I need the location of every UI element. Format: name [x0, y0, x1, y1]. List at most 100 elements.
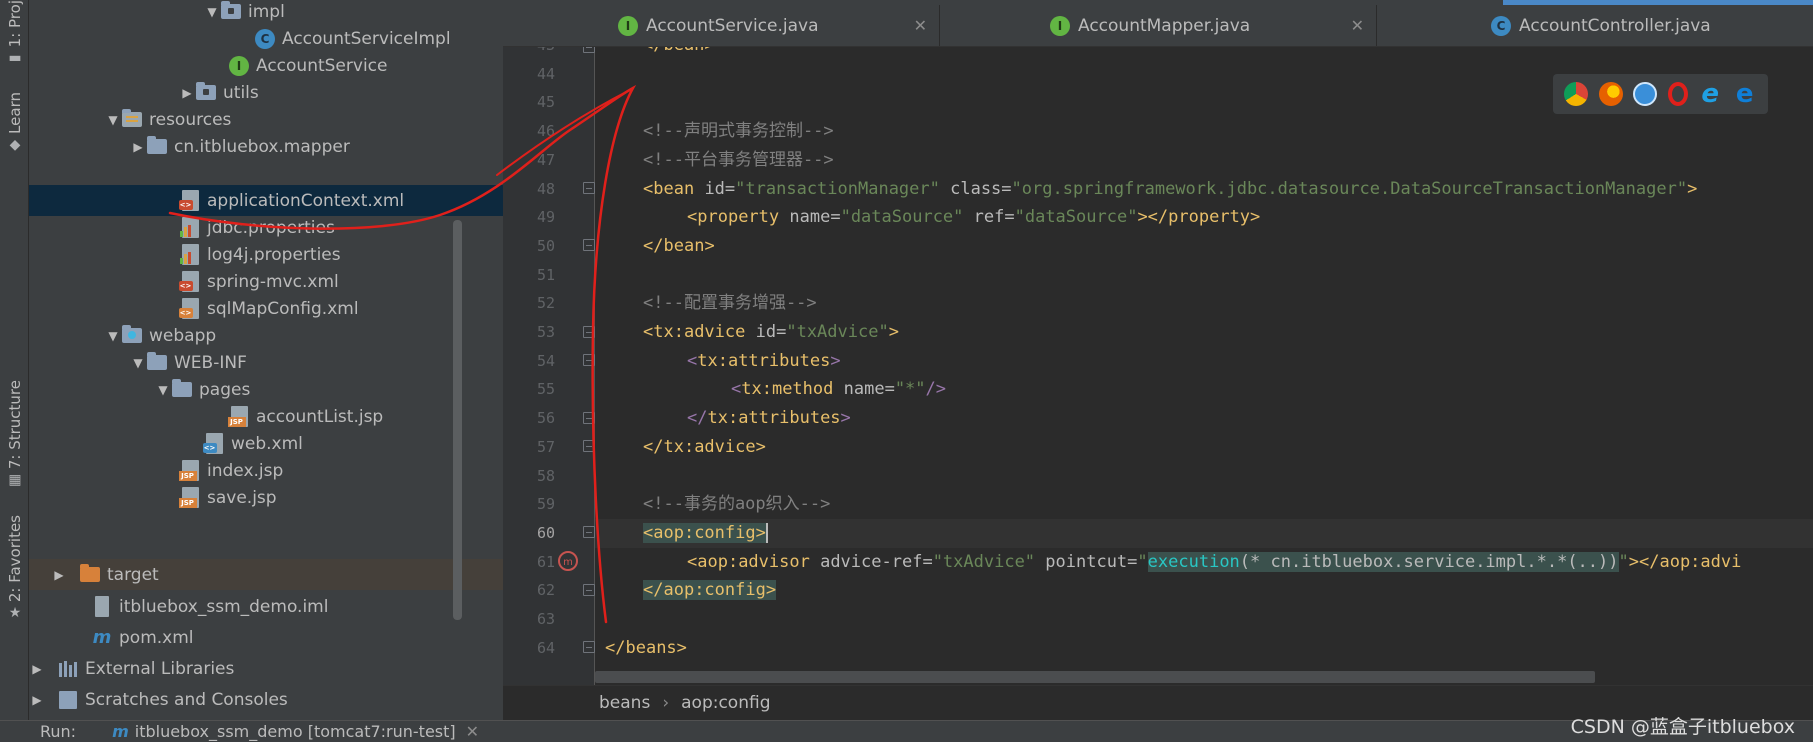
editor-horizontal-scrollbar[interactable] [595, 671, 1595, 683]
tree-item-label: webapp [149, 325, 217, 346]
tree-item-label: itbluebox_ssm_demo.iml [119, 596, 329, 617]
expanded-arrow-icon[interactable]: ▼ [105, 329, 121, 343]
browser-preview-toolbar: e e [1553, 74, 1768, 114]
line-number: 43 [503, 47, 555, 60]
line-number: 55 [536, 380, 555, 399]
collapsed-arrow-icon[interactable]: ▶ [130, 140, 146, 154]
tree-item-label: impl [248, 1, 285, 22]
tree-scrollbar[interactable] [453, 220, 462, 620]
line-number: 44 [536, 64, 555, 83]
run-config-tab[interactable]: itbluebox_ssm_demo [tomcat7:run-test] [135, 722, 456, 741]
tree-item-label: target [107, 564, 159, 585]
jsp-file-icon: JSP [178, 487, 201, 508]
line-number: 64 [536, 638, 555, 657]
breadcrumb-item-aop-config[interactable]: aop:config [681, 693, 770, 713]
package-folder-icon [220, 1, 242, 22]
fold-marker-icon[interactable] [583, 326, 595, 338]
learn-icon: ◆ [9, 136, 21, 153]
jsp-file-icon: JSP [227, 406, 250, 427]
tree-item-label: applicationContext.xml [207, 190, 405, 211]
breadcrumb-item-beans[interactable]: beans [599, 693, 650, 713]
fold-marker-icon[interactable] [583, 584, 595, 596]
expanded-arrow-icon[interactable]: ▼ [105, 113, 121, 127]
tree-item-save-jsp[interactable]: JSP save.jsp [29, 482, 503, 513]
fold-marker-icon[interactable] [583, 412, 595, 424]
code-line-53: <tx:advice id="txAdvice"> [643, 322, 899, 342]
code-editor[interactable]: 43 44 45 46 47 48 49 50 51 52 53 54 55 5… [503, 47, 1813, 685]
code-line-49: <property name="dataSource" ref="dataSou… [687, 207, 1261, 228]
tree-item-label: AccountServiceImpl [282, 28, 451, 49]
safari-icon[interactable] [1633, 82, 1658, 106]
collapsed-arrow-icon[interactable]: ▶ [179, 86, 195, 100]
fold-marker-icon[interactable] [583, 354, 595, 366]
code-line-43: </bean> [595, 47, 1813, 60]
collapsed-arrow-icon[interactable]: ▶ [29, 662, 45, 676]
project-tool-tab[interactable]: 1: Proj ▬ [2, 0, 28, 72]
run-tool-bar: Run: m itbluebox_ssm_demo [tomcat7:run-t… [0, 720, 1813, 742]
fold-marker-icon[interactable] [583, 526, 595, 538]
line-number: 61 [536, 552, 555, 571]
chrome-icon[interactable] [1564, 82, 1589, 106]
expanded-arrow-icon[interactable]: ▼ [204, 5, 220, 19]
fold-marker-icon[interactable] [583, 440, 595, 452]
breadcrumb-separator: › [662, 693, 670, 713]
folder-icon [171, 379, 193, 400]
tree-item-scratches[interactable]: ▶ Scratches and Consoles [29, 684, 503, 715]
code-line-64: </beans> [605, 637, 687, 658]
libraries-icon [57, 659, 79, 679]
firefox-icon[interactable] [1598, 82, 1623, 106]
close-icon[interactable]: ✕ [466, 722, 479, 741]
tree-item-label: sqlMapConfig.xml [207, 298, 359, 319]
tab-accountmapper[interactable]: I AccountMapper.java ✕ [940, 5, 1377, 46]
collapsed-arrow-icon[interactable]: ▶ [29, 693, 45, 707]
code-line-48: <bean id="transactionManager" class="org… [643, 178, 1698, 199]
maven-icon: m [112, 722, 129, 741]
structure-tool-tab[interactable]: 7: Structure ▦ [2, 380, 28, 490]
line-number: 52 [536, 294, 555, 313]
tree-item-iml[interactable]: itbluebox_ssm_demo.iml [29, 591, 503, 622]
learn-tool-tab[interactable]: Learn ◆ [2, 92, 28, 154]
learn-tab-label: Learn [6, 92, 24, 134]
opera-icon[interactable] [1667, 82, 1688, 106]
tree-item-label: accountList.jsp [256, 406, 384, 427]
tab-accountservice[interactable]: I AccountService.java ✕ [503, 5, 940, 46]
tree-item-label: pages [199, 379, 251, 400]
fold-marker-icon[interactable] [583, 182, 595, 194]
favorites-tool-tab[interactable]: 2: Favorites ★ [2, 515, 28, 625]
line-number: 46 [536, 122, 555, 141]
expanded-arrow-icon[interactable]: ▼ [130, 356, 146, 370]
editor-tab-bar: I AccountService.java ✕ I AccountMapper.… [503, 0, 1813, 47]
close-icon[interactable]: ✕ [914, 16, 927, 35]
spring-xml-file-icon: <> [178, 271, 201, 292]
fold-marker-icon[interactable] [583, 47, 595, 53]
line-number: 59 [536, 495, 555, 514]
internet-explorer-icon[interactable]: e [1698, 81, 1722, 107]
expanded-arrow-icon[interactable]: ▼ [155, 383, 171, 397]
line-number: 53 [536, 323, 555, 341]
close-icon[interactable]: ✕ [1351, 16, 1364, 35]
line-number: 58 [536, 466, 555, 485]
interface-icon: I [1050, 15, 1070, 36]
tree-item-target[interactable]: ▶ target [29, 559, 503, 590]
collapsed-arrow-icon[interactable]: ▶ [51, 568, 67, 582]
tree-item-mapper[interactable]: ▶ cn.itbluebox.mapper [29, 131, 503, 162]
code-line-62: </aop:config> [643, 580, 777, 601]
fold-marker-icon[interactable] [583, 239, 595, 251]
structure-icon: ▦ [8, 472, 22, 489]
fold-marker-icon[interactable] [583, 641, 595, 653]
tree-item-label: utils [223, 82, 259, 103]
code-line-46: <!--声明式事务控制--> [643, 121, 834, 142]
tree-item-label: web.xml [231, 433, 303, 454]
code-line-54: <tx:attributes> [687, 350, 841, 371]
tree-item-external-libraries[interactable]: ▶ External Libraries [29, 653, 503, 684]
tree-item-pom[interactable]: m pom.xml [29, 622, 503, 653]
aop-advice-gutter-icon[interactable]: m [557, 550, 579, 572]
excluded-folder-icon [79, 564, 101, 585]
text-cursor [765, 522, 768, 543]
edge-icon[interactable]: e [1733, 81, 1757, 107]
tab-accountcontroller[interactable]: C AccountController.java [1377, 5, 1813, 46]
svg-text:m: m [563, 557, 573, 568]
code-line-52: <!--配置事务增强--> [643, 293, 817, 314]
tree-item-label: index.jsp [207, 460, 284, 481]
line-number: 49 [536, 208, 555, 227]
